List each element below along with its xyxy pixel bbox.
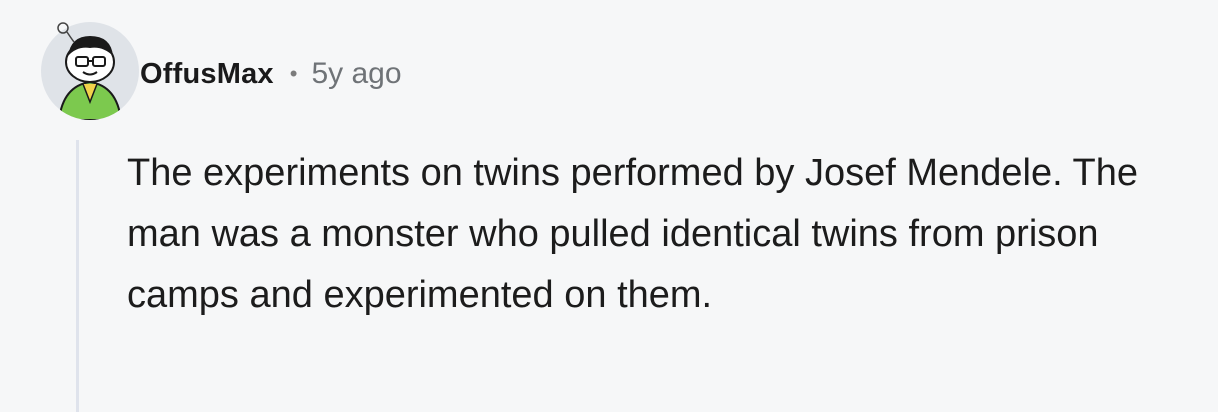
comment: OffusMax • 5y ago The experiments on twi…	[0, 0, 1218, 412]
comment-meta: OffusMax • 5y ago	[140, 52, 402, 96]
meta-separator: •	[289, 61, 298, 86]
thread-line[interactable]	[76, 140, 79, 412]
username-link[interactable]: OffusMax	[140, 58, 274, 91]
snoo-avatar-icon	[41, 22, 139, 120]
user-avatar[interactable]	[41, 22, 139, 120]
comment-body: The experiments on twins performed by Jo…	[127, 152, 1139, 316]
comment-timestamp[interactable]: 5y ago	[311, 57, 401, 91]
